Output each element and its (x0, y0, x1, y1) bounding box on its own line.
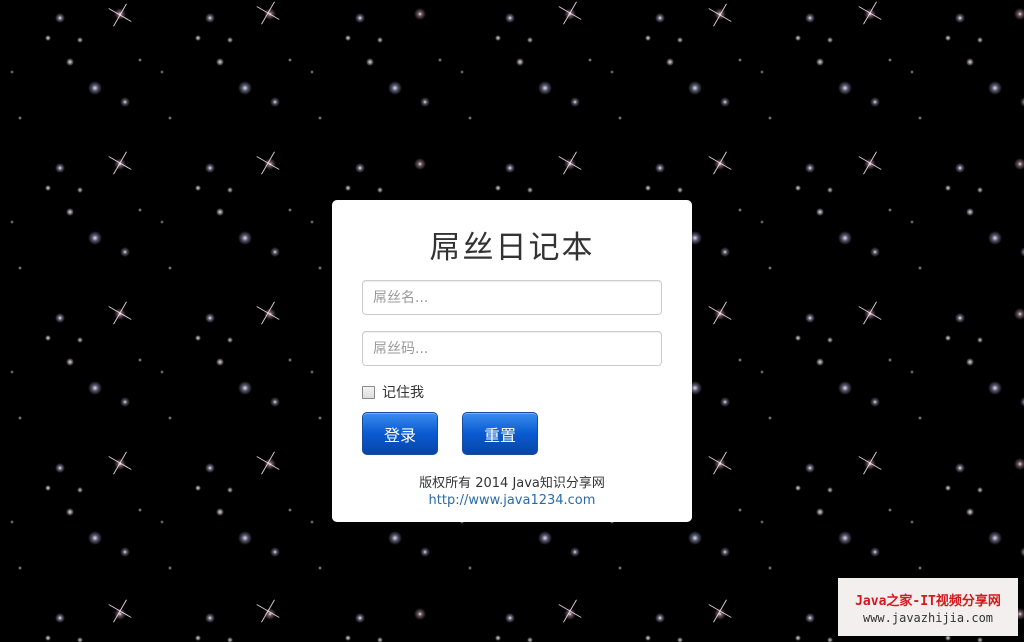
login-button[interactable]: 登录 (362, 412, 438, 455)
copyright-text: 版权所有 2014 Java知识分享网 (419, 476, 605, 491)
login-title: 屌丝日记本 (429, 230, 595, 266)
username-input[interactable] (362, 280, 662, 315)
watermark-url: www.javazhijia.com (862, 611, 994, 625)
login-panel: 屌丝日记本 记住我 登录 重置 版权所有 2014 Java知识分享网 http… (332, 200, 692, 522)
remember-me-row[interactable]: 记住我 (362, 383, 424, 401)
watermark-badge: Java之家-IT视频分享网 www.javazhijia.com (838, 578, 1018, 636)
remember-me-label[interactable]: 记住我 (382, 382, 424, 402)
reset-button[interactable]: 重置 (462, 412, 538, 455)
site-link[interactable]: http://www.java1234.com (332, 493, 692, 508)
watermark-title: Java之家-IT视频分享网 (855, 594, 1001, 609)
password-input[interactable] (362, 331, 662, 366)
remember-me-checkbox[interactable] (362, 385, 375, 399)
